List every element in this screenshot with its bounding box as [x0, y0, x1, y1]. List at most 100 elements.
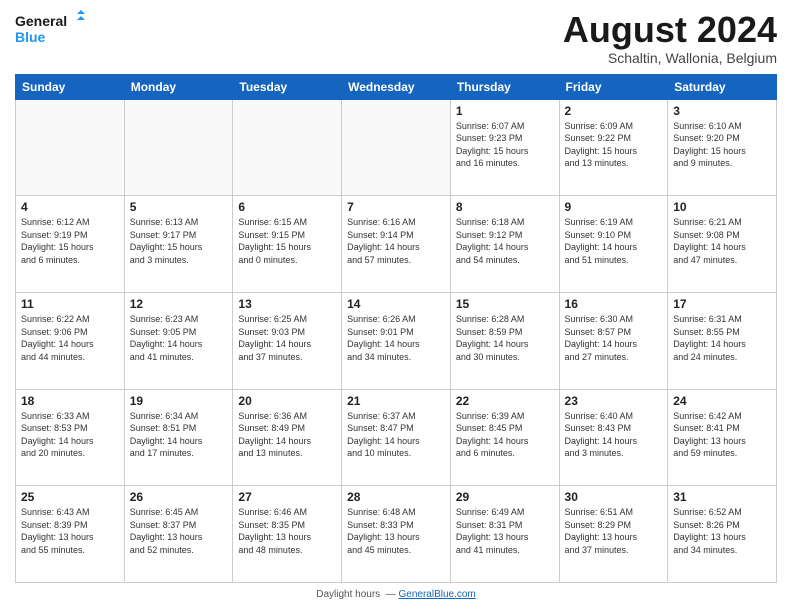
day-info: Sunrise: 6:36 AM Sunset: 8:49 PM Dayligh… [238, 410, 336, 460]
day-info: Sunrise: 6:33 AM Sunset: 8:53 PM Dayligh… [21, 410, 119, 460]
day-number: 12 [130, 297, 228, 311]
day-number: 2 [565, 104, 663, 118]
footer-link[interactable]: GeneralBlue.com [399, 589, 476, 600]
calendar-cell [16, 99, 125, 196]
col-header-wednesday: Wednesday [342, 74, 451, 99]
calendar-cell: 15Sunrise: 6:28 AM Sunset: 8:59 PM Dayli… [450, 292, 559, 389]
col-header-monday: Monday [124, 74, 233, 99]
day-number: 22 [456, 394, 554, 408]
day-number: 20 [238, 394, 336, 408]
day-info: Sunrise: 6:18 AM Sunset: 9:12 PM Dayligh… [456, 216, 554, 266]
calendar-cell: 14Sunrise: 6:26 AM Sunset: 9:01 PM Dayli… [342, 292, 451, 389]
col-header-sunday: Sunday [16, 74, 125, 99]
day-number: 1 [456, 104, 554, 118]
footer-text: Daylight hours [316, 589, 380, 600]
day-number: 14 [347, 297, 445, 311]
calendar-cell: 13 Sunrise: 6:25 AM Sunset: 9:03 PM Dayli… [233, 292, 342, 389]
day-number: 18 [21, 394, 119, 408]
calendar-cell: 9 Sunrise: 6:19 AM Sunset: 9:10 PM Daylig… [559, 196, 668, 293]
day-number: 26 [130, 490, 228, 504]
day-number: 9 [565, 200, 663, 214]
day-number: 17 [673, 297, 771, 311]
calendar-cell: 2Sunrise: 6:09 AM Sunset: 9:22 PM Daylig… [559, 99, 668, 196]
day-number: 25 [21, 490, 119, 504]
day-number: 23 [565, 394, 663, 408]
header: General Blue August 2024 Schaltin, Wallo… [15, 10, 777, 66]
calendar-cell: 27 Sunrise: 6:46 AM Sunset: 8:35 PM Dayli… [233, 486, 342, 583]
col-header-tuesday: Tuesday [233, 74, 342, 99]
day-number: 10 [673, 200, 771, 214]
day-number: 3 [673, 104, 771, 118]
calendar-cell: 11 Sunrise: 6:22 AM Sunset: 9:06 PM Dayli… [16, 292, 125, 389]
month-title: August 2024 [563, 10, 777, 50]
day-info: Sunrise: 6:46 AM Sunset: 8:35 PM Dayligh… [238, 506, 336, 556]
day-number: 21 [347, 394, 445, 408]
calendar-cell: 20 Sunrise: 6:36 AM Sunset: 8:49 PM Dayli… [233, 389, 342, 486]
day-number: 29 [456, 490, 554, 504]
calendar-cell: 7Sunrise: 6:16 AM Sunset: 9:14 PM Daylig… [342, 196, 451, 293]
day-info: Sunrise: 6:42 AM Sunset: 8:41 PM Dayligh… [673, 410, 771, 460]
calendar-cell: 4Sunrise: 6:12 AM Sunset: 9:19 PM Daylig… [16, 196, 125, 293]
day-info: Sunrise: 6:45 AM Sunset: 8:37 PM Dayligh… [130, 506, 228, 556]
day-info: Sunrise: 6:31 AM Sunset: 8:55 PM Dayligh… [673, 313, 771, 363]
calendar-cell: 6 Sunrise: 6:15 AM Sunset: 9:15 PM Daylig… [233, 196, 342, 293]
day-info: Sunrise: 6:13 AM Sunset: 9:17 PM Dayligh… [130, 216, 228, 266]
day-number: 19 [130, 394, 228, 408]
col-header-friday: Friday [559, 74, 668, 99]
calendar-cell: 25Sunrise: 6:43 AM Sunset: 8:39 PM Dayli… [16, 486, 125, 583]
logo-svg: General Blue [15, 10, 85, 48]
day-info: Sunrise: 6:39 AM Sunset: 8:45 PM Dayligh… [456, 410, 554, 460]
calendar-cell: 24 Sunrise: 6:42 AM Sunset: 8:41 PM Dayli… [668, 389, 777, 486]
calendar-cell: 22 Sunrise: 6:39 AM Sunset: 8:45 PM Dayli… [450, 389, 559, 486]
calendar-cell: 29 Sunrise: 6:49 AM Sunset: 8:31 PM Dayli… [450, 486, 559, 583]
calendar-cell [124, 99, 233, 196]
calendar-cell [342, 99, 451, 196]
day-info: Sunrise: 6:34 AM Sunset: 8:51 PM Dayligh… [130, 410, 228, 460]
calendar-cell: 19 Sunrise: 6:34 AM Sunset: 8:51 PM Dayli… [124, 389, 233, 486]
day-info: Sunrise: 6:28 AM Sunset: 8:59 PM Dayligh… [456, 313, 554, 363]
day-number: 30 [565, 490, 663, 504]
calendar-cell: 23 Sunrise: 6:40 AM Sunset: 8:43 PM Dayli… [559, 389, 668, 486]
calendar-cell: 5 Sunrise: 6:13 AM Sunset: 9:17 PM Daylig… [124, 196, 233, 293]
day-number: 24 [673, 394, 771, 408]
day-number: 13 [238, 297, 336, 311]
calendar-cell: 18 Sunrise: 6:33 AM Sunset: 8:53 PM Dayli… [16, 389, 125, 486]
day-info: Sunrise: 6:15 AM Sunset: 9:15 PM Dayligh… [238, 216, 336, 266]
day-info: Sunrise: 6:07 AM Sunset: 9:23 PM Dayligh… [456, 120, 554, 170]
day-number: 5 [130, 200, 228, 214]
page: General Blue August 2024 Schaltin, Wallo… [0, 0, 792, 612]
day-number: 7 [347, 200, 445, 214]
day-info: Sunrise: 6:37 AM Sunset: 8:47 PM Dayligh… [347, 410, 445, 460]
day-number: 16 [565, 297, 663, 311]
day-info: Sunrise: 6:48 AM Sunset: 8:33 PM Dayligh… [347, 506, 445, 556]
day-info: Sunrise: 6:40 AM Sunset: 8:43 PM Dayligh… [565, 410, 663, 460]
day-info: Sunrise: 6:52 AM Sunset: 8:26 PM Dayligh… [673, 506, 771, 556]
day-number: 28 [347, 490, 445, 504]
day-info: Sunrise: 6:25 AM Sunset: 9:03 PM Dayligh… [238, 313, 336, 363]
calendar-cell: 26 Sunrise: 6:45 AM Sunset: 8:37 PM Dayli… [124, 486, 233, 583]
subtitle: Schaltin, Wallonia, Belgium [563, 50, 777, 66]
title-block: August 2024 Schaltin, Wallonia, Belgium [563, 10, 777, 66]
day-info: Sunrise: 6:49 AM Sunset: 8:31 PM Dayligh… [456, 506, 554, 556]
calendar-cell: 10 Sunrise: 6:21 AM Sunset: 9:08 PM Dayli… [668, 196, 777, 293]
day-info: Sunrise: 6:12 AM Sunset: 9:19 PM Dayligh… [21, 216, 119, 266]
svg-text:General: General [15, 13, 67, 29]
day-info: Sunrise: 6:21 AM Sunset: 9:08 PM Dayligh… [673, 216, 771, 266]
day-number: 11 [21, 297, 119, 311]
calendar-cell: 8 Sunrise: 6:18 AM Sunset: 9:12 PM Daylig… [450, 196, 559, 293]
day-info: Sunrise: 6:23 AM Sunset: 9:05 PM Dayligh… [130, 313, 228, 363]
day-number: 6 [238, 200, 336, 214]
day-info: Sunrise: 6:30 AM Sunset: 8:57 PM Dayligh… [565, 313, 663, 363]
day-info: Sunrise: 6:22 AM Sunset: 9:06 PM Dayligh… [21, 313, 119, 363]
day-number: 8 [456, 200, 554, 214]
calendar-cell: 30Sunrise: 6:51 AM Sunset: 8:29 PM Dayli… [559, 486, 668, 583]
calendar-cell: 28 Sunrise: 6:48 AM Sunset: 8:33 PM Dayli… [342, 486, 451, 583]
day-info: Sunrise: 6:19 AM Sunset: 9:10 PM Dayligh… [565, 216, 663, 266]
calendar-cell: 21 Sunrise: 6:37 AM Sunset: 8:47 PM Dayli… [342, 389, 451, 486]
day-number: 27 [238, 490, 336, 504]
logo: General Blue [15, 10, 85, 48]
day-info: Sunrise: 6:10 AM Sunset: 9:20 PM Dayligh… [673, 120, 771, 170]
footer: Daylight hours — GeneralBlue.com [15, 587, 777, 602]
svg-text:Blue: Blue [15, 29, 46, 45]
calendar-table: SundayMondayTuesdayWednesdayThursdayFrid… [15, 74, 777, 583]
